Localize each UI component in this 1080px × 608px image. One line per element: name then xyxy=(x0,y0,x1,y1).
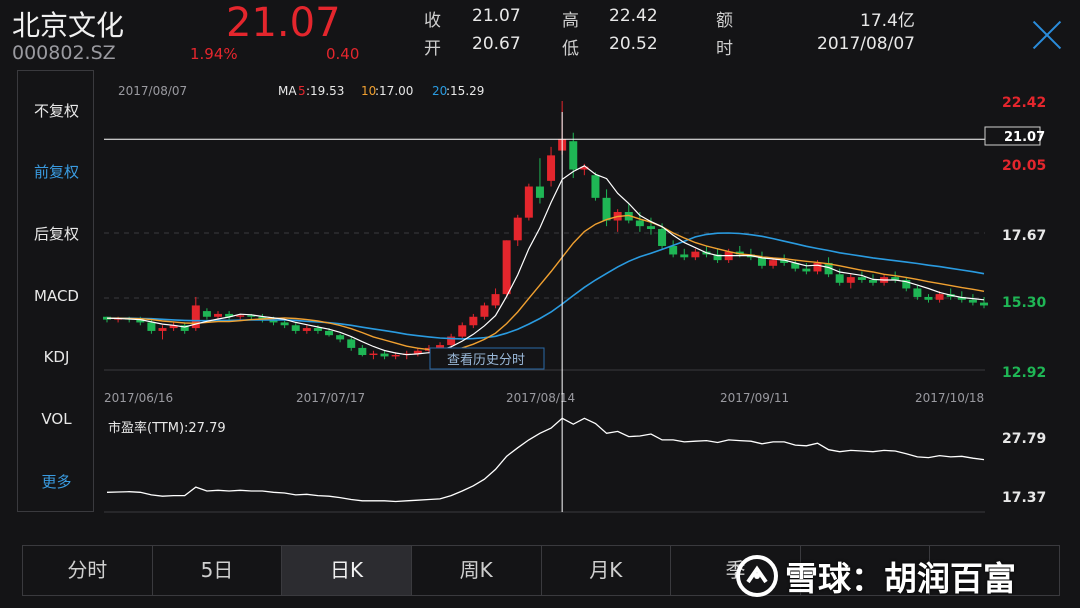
candle-body xyxy=(635,220,644,227)
candle-body xyxy=(491,294,500,306)
date-tick-label: 2017/06/16 xyxy=(104,391,173,405)
crosshair-price-label: 21.07 xyxy=(1004,130,1045,145)
price-tick-label: 22.42 xyxy=(1002,95,1046,111)
price-tick-label: 20.05 xyxy=(1002,158,1046,174)
candle-body xyxy=(935,294,944,300)
pe-tick-label: 27.79 xyxy=(1002,431,1046,447)
candle-body xyxy=(680,254,689,258)
candle-body xyxy=(302,328,311,331)
candle-body xyxy=(769,260,778,266)
history-button[interactable]: 查看历史分时 xyxy=(429,347,545,370)
candle-body xyxy=(846,277,855,283)
candle-body xyxy=(458,325,467,337)
candle-body xyxy=(813,262,822,272)
candle-body xyxy=(502,240,511,295)
watermark: 雪球：胡润百富 xyxy=(735,552,1016,600)
pe-line xyxy=(106,417,985,503)
candle-body xyxy=(158,328,167,331)
snowball-logo-icon xyxy=(736,555,778,597)
candle-body xyxy=(691,251,700,258)
candle-body xyxy=(469,316,478,326)
tab-monthly-k[interactable]: 月K xyxy=(542,546,672,595)
candle-body xyxy=(646,226,655,229)
candle-body xyxy=(291,325,300,331)
price-tick-label: 17.67 xyxy=(1002,228,1046,244)
candle-body xyxy=(313,328,322,331)
candle-body xyxy=(236,315,245,317)
pe-tick-label: 17.37 xyxy=(1002,490,1046,506)
candle-body xyxy=(802,268,811,272)
candle-body xyxy=(147,322,156,331)
candle-body xyxy=(868,279,877,283)
candle-body xyxy=(913,288,922,297)
date-axis: 2017/06/16 2017/07/17 2017/08/14 2017/09… xyxy=(104,391,984,405)
ma5-line xyxy=(106,165,985,356)
candle-body xyxy=(857,277,866,280)
candle-body xyxy=(436,345,445,348)
ma5-value: :19.53 xyxy=(306,84,344,98)
history-button-label[interactable]: 查看历史分时 xyxy=(447,352,525,368)
tab-weekly-k[interactable]: 周K xyxy=(412,546,542,595)
candle-body xyxy=(658,228,667,246)
ma20-value: :15.29 xyxy=(446,84,484,98)
date-tick-label: 2017/10/18 xyxy=(915,391,984,405)
crosshair: 21.07 xyxy=(104,112,1045,512)
pe-label: 市盈率(TTM):27.79 xyxy=(108,420,226,436)
candle-body xyxy=(480,305,489,317)
candle-body xyxy=(547,155,556,181)
candle-body xyxy=(280,322,289,326)
candle-body xyxy=(202,311,211,317)
candle-body xyxy=(968,299,977,303)
ma5-prefix: MA xyxy=(278,84,297,98)
tab-5day[interactable]: 5日 xyxy=(153,546,283,595)
ma10-line xyxy=(107,214,985,352)
candle-body xyxy=(513,217,522,241)
candle-body xyxy=(380,353,389,357)
selected-date: 2017/08/07 xyxy=(118,84,187,98)
price-tick-label: 12.92 xyxy=(1002,365,1046,381)
candle-body xyxy=(391,354,400,357)
tab-daily-k[interactable]: 日K xyxy=(282,546,412,595)
candle-body xyxy=(214,313,223,317)
candle-body xyxy=(980,302,988,306)
candle-body xyxy=(924,296,933,300)
candle-body xyxy=(347,339,356,348)
candle-body xyxy=(358,347,367,355)
candle-body xyxy=(524,186,533,218)
candle-body xyxy=(569,141,578,170)
ma20-period: 20 xyxy=(432,84,447,98)
candle-body xyxy=(535,186,544,198)
candle-body xyxy=(591,175,600,198)
candle-body xyxy=(602,197,611,221)
date-tick-label: 2017/09/11 xyxy=(720,391,789,405)
ma5-period: 5 xyxy=(298,84,306,98)
date-tick-label: 2017/07/17 xyxy=(296,391,365,405)
price-tick-label: 15.30 xyxy=(1002,295,1047,311)
ma10-value: :17.00 xyxy=(375,84,413,98)
tab-intraday[interactable]: 分时 xyxy=(23,546,153,595)
ma10-period: 10 xyxy=(361,84,376,98)
candle-body xyxy=(835,274,844,283)
candle-body xyxy=(369,353,378,355)
kline-chart[interactable]: 2017/08/07 MA 5 :19.53 10 :17.00 20 :15.… xyxy=(0,0,1080,545)
chart-grid xyxy=(104,232,985,513)
candle-body xyxy=(325,330,334,336)
watermark-text: 雪球：胡润百富 xyxy=(785,559,1016,598)
ma20-line xyxy=(107,232,985,340)
candle-body xyxy=(336,335,345,340)
date-tick-label: 2017/08/14 xyxy=(506,391,575,405)
